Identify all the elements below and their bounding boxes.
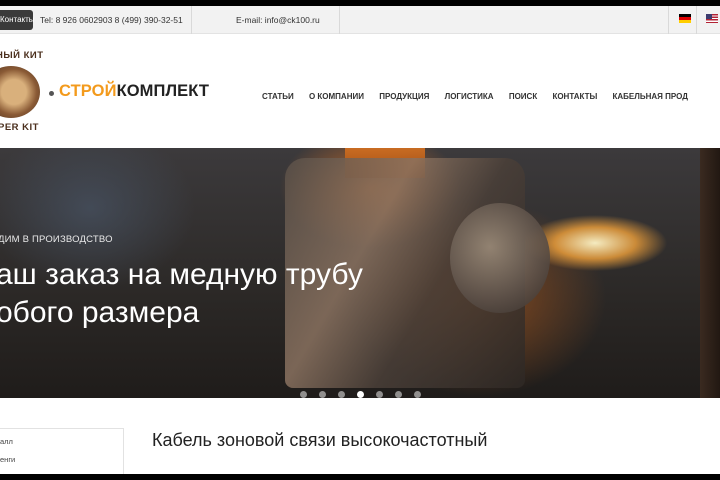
brand-name-accent: СТРОЙ bbox=[59, 82, 117, 100]
contacts-button[interactable]: Контакты bbox=[0, 10, 35, 30]
hero-kicker: ДИМ В ПРОИЗВОДСТВО bbox=[0, 234, 113, 245]
top-bar: Контакты Tel: 8 926 0602903 8 (499) 390-… bbox=[0, 6, 720, 34]
slider-dot[interactable] bbox=[395, 391, 402, 398]
sidebar-item[interactable]: енги bbox=[0, 455, 15, 464]
sidebar-item[interactable]: алл bbox=[0, 437, 13, 446]
slider-dot[interactable] bbox=[338, 391, 345, 398]
nav-item-products[interactable]: ПРОДУКЦИЯ bbox=[379, 92, 429, 101]
divider bbox=[668, 6, 669, 34]
slider-dot[interactable] bbox=[376, 391, 383, 398]
slider-dot[interactable] bbox=[357, 391, 364, 398]
slider-pagination bbox=[300, 385, 433, 398]
slider-dot[interactable] bbox=[319, 391, 326, 398]
flag-us-icon[interactable] bbox=[706, 14, 718, 23]
hero-title-line: обого размера bbox=[0, 296, 200, 329]
main-nav: СТАТЬИ О КОМПАНИИ ПРОДУКЦИЯ ЛОГИСТИКА ПО… bbox=[262, 92, 701, 101]
hero-title-line: аш заказ на медную трубу bbox=[0, 258, 363, 291]
hero-slider[interactable]: ДИМ В ПРОИЗВОДСТВО аш заказ на медную тр… bbox=[0, 148, 720, 398]
hero-image-pillar bbox=[700, 148, 720, 398]
slider-dot[interactable] bbox=[414, 391, 421, 398]
hero-title: аш заказ на медную трубу обого размера bbox=[0, 256, 516, 332]
nav-item-articles[interactable]: СТАТЬИ bbox=[262, 92, 294, 101]
phone-number[interactable]: Tel: 8 926 0602903 8 (499) 390-32-51 bbox=[40, 6, 192, 34]
site-header: НЫЙ КИТ PER KIT СТРОЙКОМПЛЕКТ СТАТЬИ О К… bbox=[0, 34, 720, 148]
flag-de-icon[interactable] bbox=[679, 14, 691, 23]
brand-name[interactable]: СТРОЙКОМПЛЕКТ bbox=[59, 82, 209, 101]
logo-text-bottom: PER KIT bbox=[0, 122, 39, 133]
page-title: Кабель зоновой связи высокочастотный bbox=[152, 430, 488, 450]
brand-name-main: КОМПЛЕКТ bbox=[116, 82, 210, 100]
nav-item-logistics[interactable]: ЛОГИСТИКА bbox=[445, 92, 494, 101]
logo-text-top: НЫЙ КИТ bbox=[0, 50, 44, 61]
sidebar-menu: алл енги bbox=[0, 428, 124, 474]
nav-item-contacts[interactable]: КОНТАКТЫ bbox=[552, 92, 597, 101]
slider-dot[interactable] bbox=[300, 391, 307, 398]
logo-separator-dot bbox=[49, 91, 54, 96]
nav-item-cable-products[interactable]: КАБЕЛЬНАЯ ПРОД bbox=[613, 92, 688, 101]
nav-item-search[interactable]: ПОИСК bbox=[509, 92, 537, 101]
email-address[interactable]: E-mail: info@ck100.ru bbox=[236, 6, 340, 34]
browser-viewport: Контакты Tel: 8 926 0602903 8 (499) 390-… bbox=[0, 6, 720, 474]
nav-item-about[interactable]: О КОМПАНИИ bbox=[309, 92, 364, 101]
divider bbox=[696, 6, 697, 34]
